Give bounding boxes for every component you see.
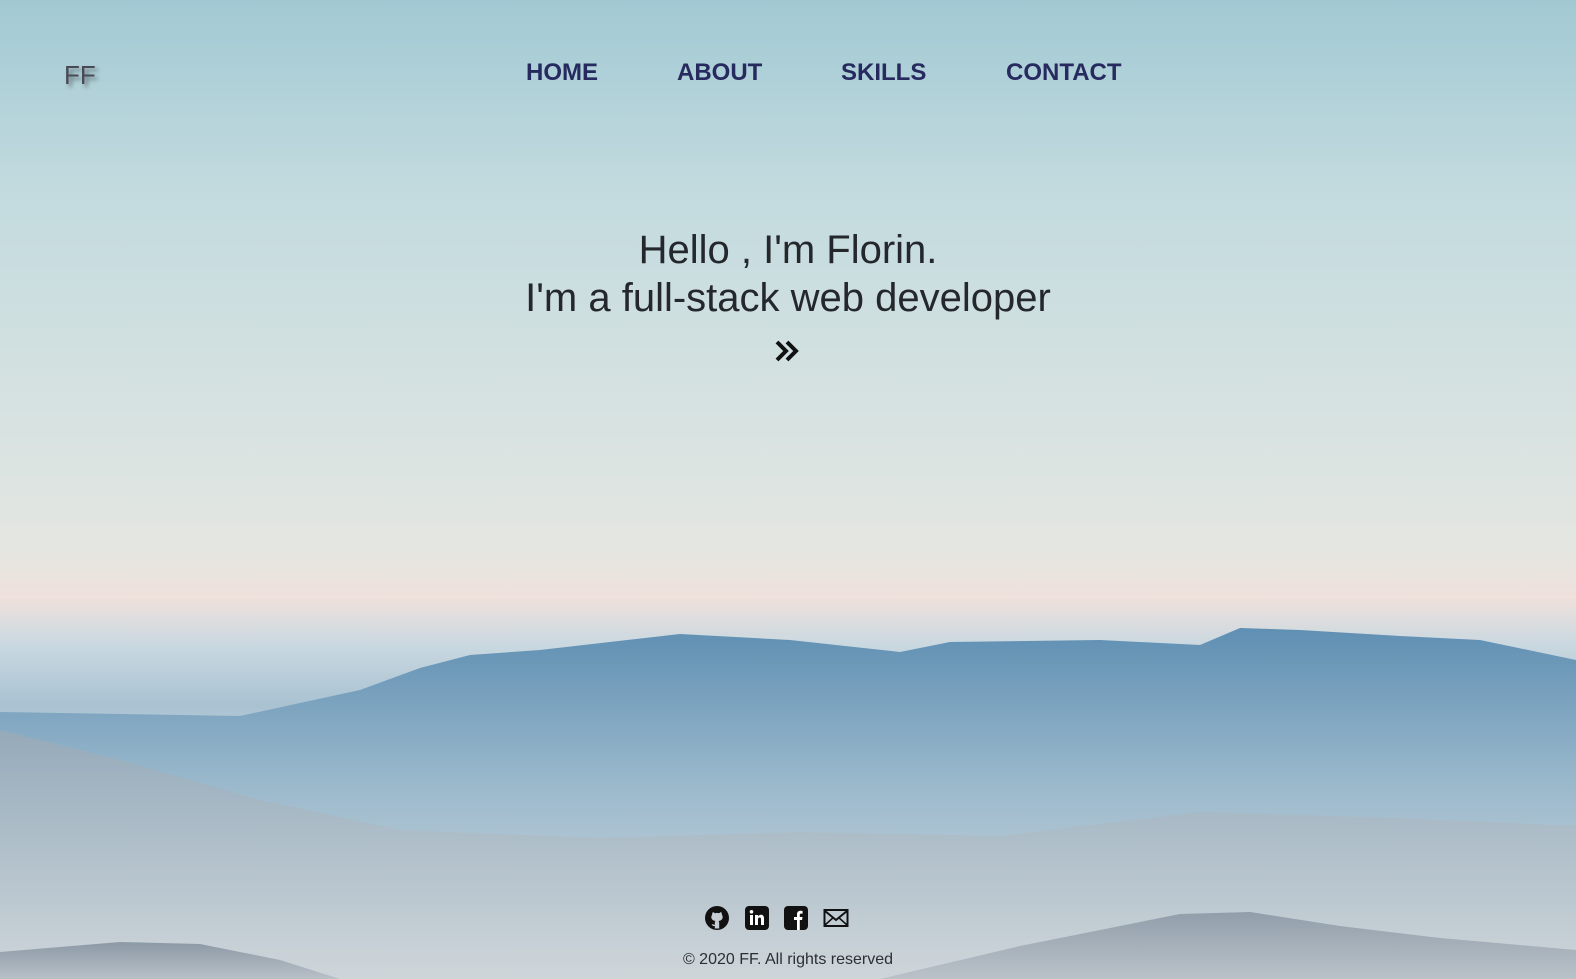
footer-copyright: © 2020 FF. All rights reserved bbox=[682, 951, 894, 968]
linkedin-icon[interactable] bbox=[744, 905, 770, 931]
double-chevron-right-icon[interactable] bbox=[774, 337, 802, 365]
github-icon[interactable] bbox=[704, 905, 730, 931]
nav-about-link[interactable]: ABOUT bbox=[677, 59, 762, 87]
facebook-icon[interactable] bbox=[783, 905, 809, 931]
hero-section: Hello , I'm Florin. I'm a full-stack web… bbox=[0, 226, 1576, 322]
nav-skills-link[interactable]: SKILLS bbox=[841, 59, 926, 87]
background-landscape bbox=[0, 628, 1576, 979]
hero-tagline: I'm a full-stack web developer bbox=[525, 276, 1051, 320]
nav-home-link[interactable]: HOME bbox=[526, 59, 598, 87]
nav-contact-link[interactable]: CONTACT bbox=[1006, 59, 1122, 87]
main-nav: HOME ABOUT SKILLS CONTACT bbox=[0, 59, 1576, 89]
mail-icon[interactable] bbox=[823, 905, 849, 931]
hero-greeting: Hello , I'm Florin. bbox=[638, 228, 938, 272]
